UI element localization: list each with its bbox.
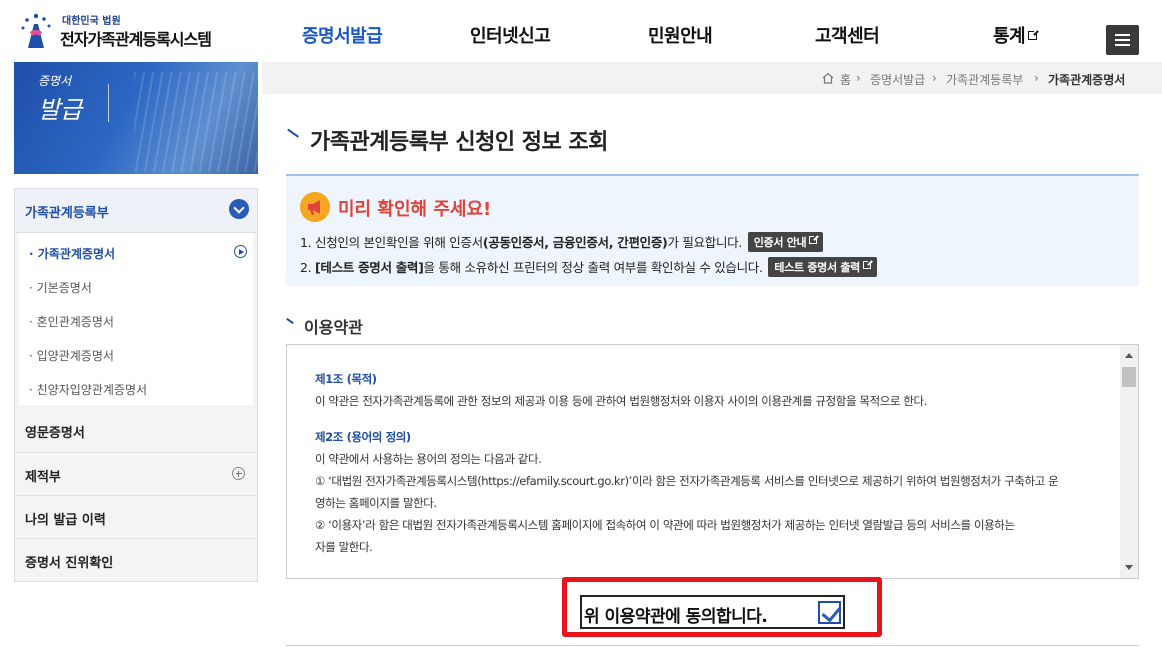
terms-paragraph: 영하는 홈페이지를 말한다. bbox=[315, 496, 437, 510]
logo-main-text: 전자가족관계등록시스템 bbox=[60, 30, 212, 49]
main-nav: 증명서발급 인터넷신고 민원안내 고객센터 통계 bbox=[262, 22, 1082, 52]
sidebar-item-family-relation-cert[interactable]: · 가족관계증명서 bbox=[19, 235, 253, 269]
breadcrumb-sep: › bbox=[1034, 71, 1039, 85]
agree-terms-control[interactable]: 위 이용약관에 동의합니다. bbox=[580, 595, 845, 629]
notice-text: 을 통해 소유하신 프린터의 정상 출력 여부를 확인하실 수 있습니다. bbox=[423, 260, 763, 275]
plus-circle-icon bbox=[232, 467, 245, 480]
terms-section-title: 이용약관 bbox=[304, 318, 363, 337]
divider bbox=[286, 645, 1139, 646]
scrollbar-thumb[interactable] bbox=[1122, 367, 1136, 387]
court-emblem-icon bbox=[21, 13, 51, 48]
breadcrumb-home[interactable]: 홈 bbox=[840, 71, 851, 88]
scroll-down-icon[interactable] bbox=[1125, 565, 1133, 570]
nav-certificate-issue[interactable]: 증명서발급 bbox=[302, 22, 383, 48]
test-print-button[interactable]: 테스트 증명서 출력 bbox=[768, 257, 877, 277]
notice-text-bold: (공동인증서, 금융인증서, 간편인증) bbox=[482, 235, 668, 250]
banner-decoration bbox=[134, 72, 258, 172]
sidebar-item-my-history[interactable]: 나의 발급 이력 bbox=[15, 495, 257, 538]
banner-small-text: 증명서 bbox=[38, 74, 72, 88]
breadcrumb-certificate[interactable]: 증명서발급 bbox=[870, 71, 925, 88]
button-label: 테스트 증명서 출력 bbox=[774, 261, 860, 274]
terms-scrollbar[interactable] bbox=[1120, 345, 1138, 578]
hamburger-menu-button[interactable] bbox=[1106, 25, 1139, 55]
sidebar-section-label: 가족관계등록부 bbox=[25, 206, 109, 221]
sidebar-item-label: 친양자입양관계증명서 bbox=[36, 383, 148, 397]
sidebar-item-marriage-cert[interactable]: · 혼인관계증명서 bbox=[19, 303, 253, 337]
terms-paragraph: 이 약관은 전자가족관계등록에 관한 정보의 제공과 이용 등에 관하여 법원행… bbox=[315, 394, 927, 408]
terms-heading: 제1조 (목적) bbox=[315, 372, 377, 386]
sidebar-nav: 가족관계등록부 · 가족관계증명서 · 기본증명서 · 혼인관계증명서 · 입양… bbox=[14, 188, 258, 582]
site-header: 대한민국 법원 전자가족관계등록시스템 증명서발급 인터넷신고 민원안내 고객센… bbox=[0, 0, 1162, 62]
breadcrumb-family-register[interactable]: 가족관계등록부 bbox=[946, 71, 1023, 88]
chevron-down-icon bbox=[229, 199, 249, 219]
nav-civil-guide[interactable]: 민원안내 bbox=[648, 22, 713, 48]
sidebar-item-removal-register[interactable]: 제적부 bbox=[15, 452, 257, 495]
notice-line-1: 1. 신청인의 본인확인을 위해 인증서(공동인증서, 금융인증서, 간편인증)… bbox=[300, 232, 824, 252]
nav-customer-center[interactable]: 고객센터 bbox=[815, 22, 880, 48]
notice-text: 1. 신청인의 본인확인을 위해 인증서 bbox=[300, 235, 483, 250]
sidebar-item-english-cert[interactable]: 영문증명서 bbox=[15, 409, 257, 452]
scroll-up-icon[interactable] bbox=[1125, 353, 1133, 358]
menu-bar bbox=[1115, 44, 1130, 46]
menu-bar bbox=[1115, 34, 1130, 36]
section-accent-mark bbox=[286, 317, 294, 325]
banner-big-text: 발급 bbox=[38, 96, 83, 124]
notice-box: 미리 확인해 주세요! 1. 신청인의 본인확인을 위해 인증서(공동인증서, … bbox=[286, 174, 1139, 286]
home-icon bbox=[822, 72, 834, 84]
external-link-icon bbox=[1028, 29, 1040, 40]
button-label: 인증서 안내 bbox=[753, 236, 807, 249]
nav-online-report[interactable]: 인터넷신고 bbox=[470, 22, 551, 48]
sidebar-item-label: 기본증명서 bbox=[36, 281, 92, 295]
sidebar-item-label: 혼인관계증명서 bbox=[36, 315, 114, 329]
external-link-icon bbox=[862, 259, 873, 269]
sidebar-item-full-adoption-cert[interactable]: · 친양자입양관계증명서 bbox=[19, 371, 253, 405]
sidebar-section-family-register[interactable]: 가족관계등록부 bbox=[15, 189, 257, 233]
sidebar-item-label: 입양관계증명서 bbox=[36, 349, 114, 363]
sidebar-submenu: · 가족관계증명서 · 기본증명서 · 혼인관계증명서 · 입양관계증명서 · … bbox=[19, 233, 253, 405]
megaphone-icon bbox=[300, 192, 330, 222]
site-logo[interactable]: 대한민국 법원 전자가족관계등록시스템 bbox=[14, 8, 224, 54]
notice-title: 미리 확인해 주세요! bbox=[338, 199, 492, 220]
nav-statistics-label: 통계 bbox=[993, 26, 1026, 47]
terms-paragraph: ② ‘이용자’라 함은 대법원 전자가족관계등록시스템 홈페이지에 접속하여 이… bbox=[315, 518, 1015, 532]
menu-bar bbox=[1115, 39, 1130, 41]
sidebar-item-adoption-cert[interactable]: · 입양관계증명서 bbox=[19, 337, 253, 371]
sidebar-item-basic-cert[interactable]: · 기본증명서 bbox=[19, 269, 253, 303]
title-accent-mark bbox=[286, 128, 299, 140]
arrow-right-circle-icon bbox=[234, 245, 247, 258]
breadcrumb-current: 가족관계증명서 bbox=[1048, 73, 1126, 87]
page-title: 가족관계등록부 신청인 정보 조회 bbox=[310, 130, 608, 155]
sidebar-item-cert-verify[interactable]: 증명서 진위확인 bbox=[15, 538, 257, 581]
notice-text-bold: [테스트 증명서 출력] bbox=[315, 260, 424, 275]
section-banner: 증명서 발급 bbox=[14, 62, 258, 174]
breadcrumb-sep: › bbox=[856, 71, 861, 85]
breadcrumb: 홈 › 증명서발급 › 가족관계등록부 › 가족관계증명서 bbox=[262, 62, 1162, 94]
terms-paragraph: ① ‘대법원 전자가족관계등록시스템(https://efamily.scour… bbox=[315, 474, 1059, 488]
external-link-icon bbox=[809, 234, 820, 244]
logo-top-text: 대한민국 법원 bbox=[62, 16, 121, 27]
sidebar-item-label: 나의 발급 이력 bbox=[25, 513, 106, 528]
banner-divider bbox=[108, 84, 109, 122]
sidebar-item-label: 증명서 진위확인 bbox=[25, 556, 114, 571]
sidebar-item-label: 제적부 bbox=[25, 470, 61, 485]
agree-terms-checkbox[interactable] bbox=[818, 601, 841, 624]
terms-content: 제1조 (목적) 이 약관은 전자가족관계등록에 관한 정보의 제공과 이용 등… bbox=[315, 371, 1105, 561]
breadcrumb-sep: › bbox=[932, 71, 937, 85]
notice-text: 가 필요합니다. bbox=[667, 235, 743, 250]
notice-text: 2. bbox=[300, 260, 315, 275]
certificate-guide-button[interactable]: 인증서 안내 bbox=[747, 232, 824, 252]
nav-statistics[interactable]: 통계 bbox=[993, 22, 1040, 48]
terms-paragraph: 이 약관에서 사용하는 용어의 정의는 다음과 같다. bbox=[315, 452, 542, 466]
terms-heading: 제2조 (용어의 정의) bbox=[315, 430, 411, 444]
terms-gap bbox=[315, 415, 1105, 429]
terms-scroll-box[interactable]: 제1조 (목적) 이 약관은 전자가족관계등록에 관한 정보의 제공과 이용 등… bbox=[286, 344, 1139, 579]
terms-paragraph: 자를 말한다. bbox=[315, 540, 373, 554]
sidebar-item-label: 영문증명서 bbox=[25, 426, 85, 441]
agree-terms-label[interactable]: 위 이용약관에 동의합니다. bbox=[584, 602, 768, 627]
notice-line-2: 2. [테스트 증명서 출력]을 통해 소유하신 프린터의 정상 출력 여부를 … bbox=[300, 257, 877, 277]
sidebar-item-label: 가족관계증명서 bbox=[37, 247, 116, 261]
